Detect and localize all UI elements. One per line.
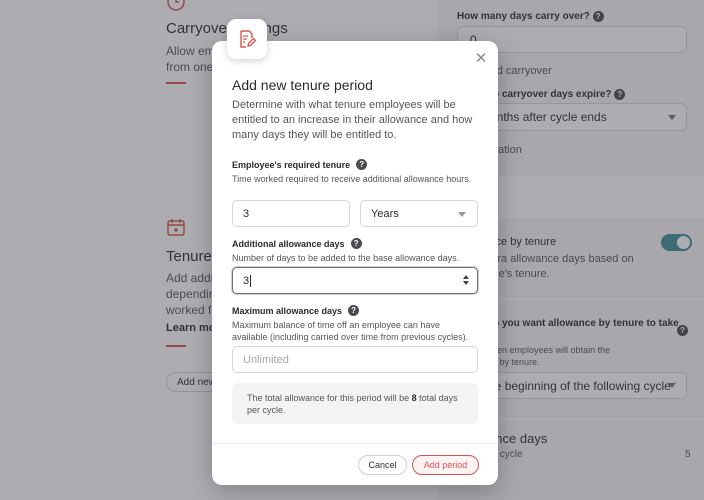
step-down-icon[interactable]: [463, 281, 469, 285]
text-cursor: [250, 274, 252, 287]
additional-label-text: Additional allowance days: [232, 238, 345, 249]
close-icon[interactable]: ✕: [474, 51, 488, 66]
summary-total: 8: [411, 393, 417, 403]
help-icon[interactable]: ?: [356, 159, 368, 170]
help-icon[interactable]: ?: [350, 238, 362, 249]
tenure-label-text: Employee's required tenure: [232, 159, 351, 170]
additional-help-text: Number of days to be added to the base a…: [232, 253, 460, 263]
additional-days-value: 3: [243, 274, 250, 287]
summary-prefix: The total allowance for this period will…: [247, 393, 410, 403]
cancel-button[interactable]: Cancel: [358, 455, 407, 475]
maximum-days-input[interactable]: Unlimited: [232, 346, 478, 373]
add-period-button[interactable]: Add period: [412, 455, 479, 475]
total-allowance-summary: The total allowance for this period will…: [232, 383, 478, 424]
maximum-help-text: Maximum balance of time off an employee …: [232, 320, 469, 342]
document-edit-icon: [227, 19, 267, 59]
maximum-days-placeholder: Unlimited: [243, 353, 289, 366]
tenure-value: 3: [243, 207, 250, 220]
tenure-value-input[interactable]: 3: [232, 200, 350, 227]
help-icon[interactable]: ?: [348, 305, 360, 316]
number-stepper[interactable]: [463, 275, 469, 285]
additional-field-label: Additional allowance days ?: [232, 238, 362, 249]
footer-divider: [212, 443, 498, 444]
maximum-field-label: Maximum allowance days ?: [232, 305, 360, 316]
tenure-unit-value: Years: [371, 207, 399, 220]
chevron-down-icon: [458, 212, 466, 217]
dialog-title: Add new tenure period: [232, 77, 373, 93]
step-up-icon[interactable]: [463, 275, 469, 279]
tenure-help-text: Time worked required to receive addition…: [232, 174, 472, 184]
additional-days-input[interactable]: 3: [232, 267, 478, 294]
tenure-field-label: Employee's required tenure ?: [232, 159, 368, 170]
maximum-label-text: Maximum allowance days: [232, 305, 343, 316]
dialog-description: Determine with what tenure employees wil…: [232, 99, 473, 141]
